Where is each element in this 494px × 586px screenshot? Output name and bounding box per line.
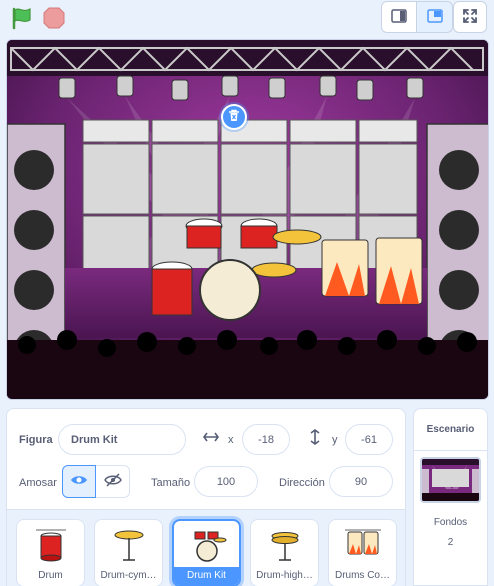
backdrops-label: Fondos — [433, 517, 468, 528]
sprite-tile-name: Drum-high… — [256, 570, 313, 581]
eye-slash-icon — [103, 473, 122, 490]
size-input[interactable]: 100 — [194, 466, 258, 497]
normal-stage-icon — [426, 8, 443, 26]
y-arrows-icon — [309, 429, 321, 448]
stage-size-toggle — [381, 1, 453, 33]
show-sprite-button[interactable] — [62, 465, 96, 498]
cymbal-thumbnail — [95, 520, 162, 568]
sprite-info-panel: Figura Drum Kit x -18 y -61 Amosar Tamañ… — [6, 408, 406, 586]
sprite-tile-name: Drum Kit — [174, 567, 239, 585]
eye-icon — [70, 474, 88, 489]
conga-thumbnail — [329, 520, 396, 568]
direction-label: Dirección — [279, 477, 325, 489]
x-input[interactable]: -18 — [242, 424, 290, 455]
small-stage-icon — [391, 8, 407, 26]
fullscreen-button[interactable] — [453, 1, 487, 33]
sprite-tile-drum-cymbal[interactable]: Drum-cym… — [94, 519, 163, 586]
sprite-tile-drums-conga[interactable]: Drums Co… — [328, 519, 397, 586]
sprite-list: Drum Drum-cym… Drum Kit Drum-high… Drums… — [7, 509, 405, 586]
size-label: Tamaño — [151, 477, 191, 489]
stage-target-panel[interactable]: Escenario Fondos 2 — [413, 408, 488, 586]
x-arrows-icon — [203, 431, 219, 446]
y-input[interactable]: -61 — [345, 424, 393, 455]
sprite-tile-drum-kit[interactable]: Drum Kit — [172, 519, 241, 586]
trash-icon — [228, 109, 240, 125]
stage-panel-title: Escenario — [414, 409, 487, 451]
drum-thumbnail — [17, 520, 84, 568]
backdrops-count: 2 — [447, 537, 454, 548]
y-label: y — [332, 434, 338, 446]
stage-header — [0, 0, 494, 36]
stage-canvas[interactable] — [6, 39, 489, 400]
green-flag-icon[interactable] — [10, 6, 36, 30]
x-label: x — [228, 434, 234, 446]
small-stage-button[interactable] — [381, 1, 417, 33]
fullscreen-icon — [462, 8, 478, 27]
sprite-tile-name: Drum-cym… — [100, 570, 157, 581]
sprite-tile-name: Drums Co… — [334, 570, 390, 581]
sprite-label: Figura — [19, 434, 53, 446]
normal-stage-button[interactable] — [417, 1, 453, 33]
backdrop-thumbnail — [420, 457, 481, 503]
hide-sprite-button[interactable] — [96, 465, 130, 498]
sprite-name-input[interactable]: Drum Kit — [58, 424, 186, 455]
sprite-tile-drum[interactable]: Drum — [16, 519, 85, 586]
highhat-thumbnail — [251, 520, 318, 568]
delete-sprite-button[interactable] — [221, 104, 247, 130]
sprite-tile-name: Drum — [38, 570, 63, 581]
direction-input[interactable]: 90 — [329, 466, 393, 497]
show-label: Amosar — [19, 477, 57, 489]
stop-icon[interactable] — [42, 6, 66, 30]
sprite-tile-drum-highhat[interactable]: Drum-high… — [250, 519, 319, 586]
drum-kit-thumbnail — [174, 521, 239, 569]
